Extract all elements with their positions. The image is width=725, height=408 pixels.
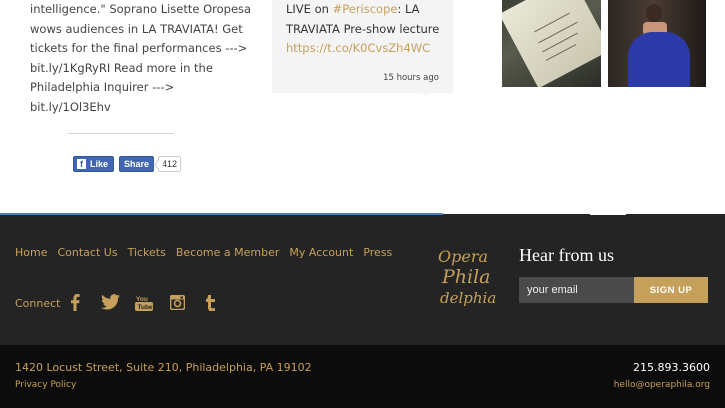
singer-dress xyxy=(628,32,690,87)
sign-up-button[interactable]: SIGN UP xyxy=(634,277,708,303)
letter-paper xyxy=(502,0,601,87)
svg-text:Phila: Phila xyxy=(441,266,491,288)
nav-contact-us[interactable]: Contact Us xyxy=(57,246,117,259)
tweet-timestamp[interactable]: 15 hours ago xyxy=(383,69,439,89)
footer-email-link[interactable]: hello@operaphila.org xyxy=(614,380,710,390)
like-label: Like xyxy=(90,159,109,169)
footer-top-rule xyxy=(0,213,443,215)
twitter-icon[interactable] xyxy=(101,294,120,310)
facebook-icon[interactable] xyxy=(70,294,80,311)
singer-head xyxy=(646,4,662,22)
connect-label: Connect xyxy=(15,297,61,310)
post-line: tickets for the final performances ---> xyxy=(30,41,248,55)
nav-become-a-member[interactable]: Become a Member xyxy=(176,246,280,259)
footer-phone[interactable]: 215.893.3600 xyxy=(633,361,710,374)
privacy-policy-link[interactable]: Privacy Policy xyxy=(15,380,76,390)
svg-text:Opera: Opera xyxy=(438,247,488,266)
tweet-line: TRAVIATA Pre-show lecture xyxy=(286,21,440,36)
facebook-social-buttons: f Like Share 412 xyxy=(73,156,182,172)
post-line: Philadelphia Inquirer ---> xyxy=(30,80,175,94)
footer-address: 1420 Locust Street, Suite 210, Philadelp… xyxy=(15,361,312,374)
post-divider xyxy=(68,133,174,134)
instagram-photo-singer[interactable] xyxy=(608,0,706,87)
facebook-icon: f xyxy=(77,159,86,169)
youtube-icon[interactable]: You Tube xyxy=(135,295,153,311)
tweet-text: LIVE on xyxy=(286,2,333,16)
nav-tickets[interactable]: Tickets xyxy=(128,246,166,259)
post-line: bit.ly/1Ol3Ehv xyxy=(30,99,111,114)
nav-home[interactable]: Home xyxy=(15,246,47,259)
tweet-text: : LA xyxy=(397,2,420,16)
hashtag-link[interactable]: #Periscope xyxy=(333,2,398,16)
svg-text:You: You xyxy=(136,296,148,303)
post-line: intelligence." Soprano Lisette Oropesa xyxy=(30,2,252,16)
share-count: 412 xyxy=(158,156,182,172)
nav-my-account[interactable]: My Account xyxy=(289,246,353,259)
instagram-photo-letter[interactable] xyxy=(502,0,601,87)
nav-press[interactable]: Press xyxy=(363,246,392,259)
tumblr-icon[interactable] xyxy=(205,295,216,311)
footer-bottom-bar xyxy=(0,345,725,408)
instagram-icon[interactable] xyxy=(170,295,185,310)
opera-philadelphia-logo[interactable]: Opera Phila delphia xyxy=(436,243,506,307)
newsletter-heading: Hear from us xyxy=(519,245,614,265)
facebook-like-button[interactable]: f Like xyxy=(73,156,115,172)
post-line: bit.ly/1KgRyRI Read more in the xyxy=(30,60,213,75)
content-area: intelligence." Soprano Lisette Oropesa w… xyxy=(0,0,725,214)
footer-notch xyxy=(590,213,626,215)
newsletter-email-input[interactable] xyxy=(519,277,634,303)
post-line: wows audiences in LA TRAVIATA! Get xyxy=(30,21,243,36)
tweet-link[interactable]: https://t.co/K0CvsZh4WC xyxy=(286,39,439,59)
tweet-card: LIVE on #Periscope: LA TRAVIATA Pre-show… xyxy=(272,0,453,93)
facebook-share-button[interactable]: Share xyxy=(119,156,155,172)
svg-text:Tube: Tube xyxy=(138,304,153,311)
tweet-pointer xyxy=(421,92,431,97)
footer-nav: Home Contact Us Tickets Become a Member … xyxy=(15,246,402,259)
svg-text:delphia: delphia xyxy=(440,289,496,307)
facebook-post-text: intelligence." Soprano Lisette Oropesa w… xyxy=(30,0,252,117)
tweet-line: LIVE on #Periscope: LA xyxy=(286,0,439,20)
